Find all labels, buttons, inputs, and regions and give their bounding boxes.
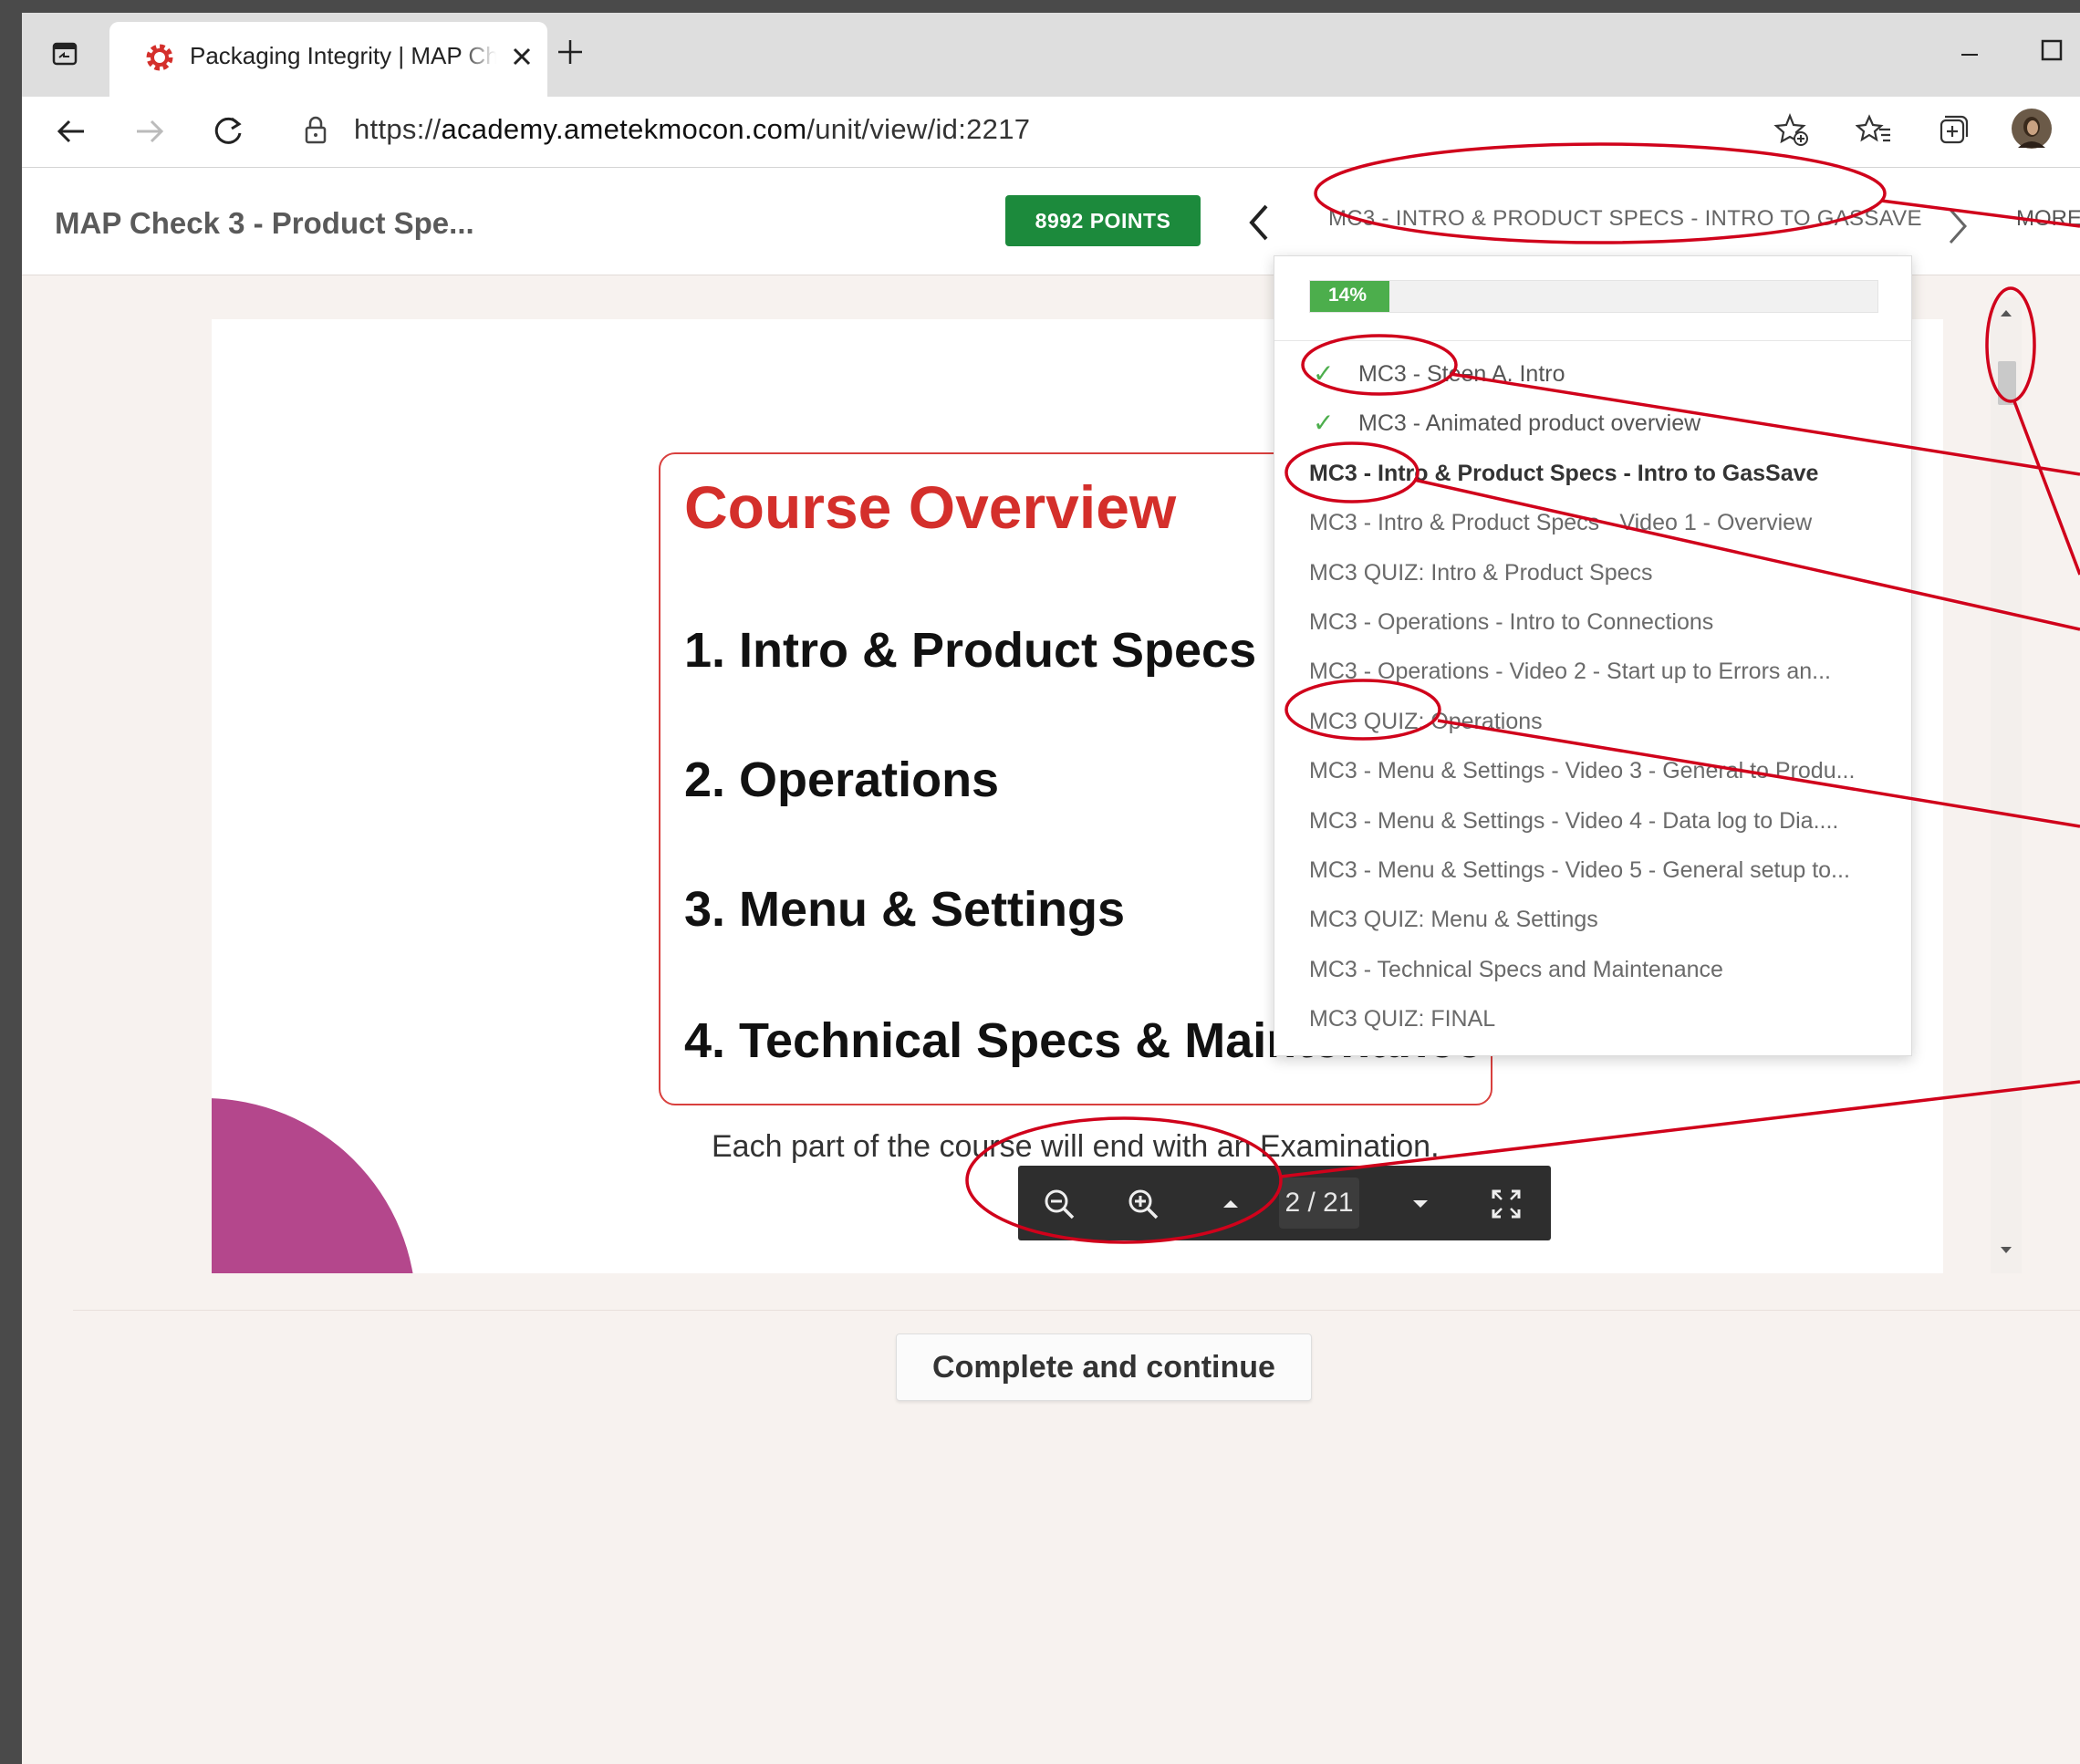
decorative-circle (212, 1098, 416, 1273)
tab-bar: Packaging Integrity | MAP Check 3 - Prod… (22, 13, 2080, 97)
unit-dropdown: 14% ✓ MC3 - Steen A. Intro ✓ MC3 - Animated… (1274, 255, 1913, 1056)
overview-item: 1. Intro & Product Specs (684, 623, 1257, 678)
viewer-scrollbar[interactable] (1991, 297, 2022, 1273)
prev-page-icon[interactable] (1199, 1166, 1263, 1240)
more-link[interactable]: MORE (2016, 206, 2080, 232)
url-prefix: https:// (354, 113, 442, 145)
close-tab-icon[interactable] (509, 44, 535, 74)
url-path: /unit/view/id:2217 (806, 113, 1031, 145)
unit-list-item[interactable]: MC3 QUIZ: FINAL (1274, 994, 1913, 1043)
footer-divider (73, 1310, 2080, 1311)
unit-list-item-label: MC3 QUIZ: Intro & Product Specs (1309, 559, 1653, 586)
unit-list-item[interactable]: MC3 QUIZ: Intro & Product Specs (1274, 548, 1913, 597)
add-favorite-icon[interactable] (1773, 111, 1810, 152)
unit-list-item-label: MC3 - Operations - Video 2 - Start up to… (1309, 659, 1831, 685)
unit-list-item-label: MC3 - Technical Specs and Maintenance (1309, 956, 1723, 982)
back-icon[interactable] (53, 113, 89, 154)
profile-avatar[interactable] (2011, 108, 2053, 154)
tab-actions-icon[interactable] (51, 40, 78, 72)
scroll-down-icon[interactable] (1998, 1244, 2014, 1261)
favorites-icon[interactable] (1855, 111, 1892, 152)
checkmark-icon: ✓ (1313, 409, 1335, 438)
unit-list-item[interactable]: MC3 QUIZ: Menu & Settings (1274, 895, 1913, 944)
overview-item: 2. Operations (684, 752, 1000, 807)
zoom-in-icon[interactable] (1111, 1166, 1175, 1240)
prev-unit-icon[interactable] (1243, 201, 1275, 249)
collections-icon[interactable] (1934, 111, 1971, 152)
tab-title: Packaging Integrity | MAP Check 3 - Prod… (190, 42, 496, 70)
page-indicator[interactable]: 2 / 21 (1279, 1178, 1359, 1229)
next-page-icon[interactable] (1388, 1166, 1452, 1240)
unit-list-item-label: MC3 QUIZ: Menu & Settings (1309, 907, 1598, 933)
url-host: academy.ametekmocon.com (441, 113, 807, 145)
unit-list-item[interactable]: MC3 - Menu & Settings - Video 4 - Data l… (1274, 796, 1913, 846)
site-gear-icon (144, 42, 175, 78)
checkmark-icon: ✓ (1313, 359, 1335, 388)
unit-list-item[interactable]: MC3 - Menu & Settings - Video 5 - Genera… (1274, 846, 1913, 895)
slide-note: Each part of the course will end with an… (712, 1129, 1440, 1164)
points-badge: 8992 POINTS (1005, 195, 1201, 246)
new-tab-icon[interactable] (555, 36, 586, 72)
address-bar-row: https://academy.ametekmocon.com/unit/vie… (22, 97, 2080, 168)
scroll-up-icon[interactable] (1998, 306, 2014, 324)
scrollbar-thumb[interactable] (1998, 361, 2016, 405)
active-tab[interactable]: Packaging Integrity | MAP Check 3 - Prod… (109, 22, 547, 97)
unit-list-item[interactable]: MC3 QUIZ: Operations (1274, 697, 1913, 746)
pdf-toolbar: 2 / 21 (1018, 1166, 1551, 1240)
zoom-out-icon[interactable] (1027, 1166, 1091, 1240)
slide-title: Course Overview (684, 473, 1177, 541)
unit-list-item-label: MC3 - Menu & Settings - Video 3 - Genera… (1309, 758, 1856, 784)
unit-list-item-label: MC3 - Menu & Settings - Video 4 - Data l… (1309, 807, 1839, 834)
next-unit-icon[interactable] (1941, 204, 1974, 253)
unit-list-item[interactable]: ✓ MC3 - Animated product overview (1274, 399, 1913, 448)
unit-list: ✓ MC3 - Steen A. Intro ✓ MC3 - Animated pro… (1274, 349, 1913, 1043)
complete-and-continue-button[interactable]: Complete and continue (896, 1333, 1312, 1401)
unit-list-item[interactable]: MC3 - Operations - Intro to Connections (1274, 597, 1913, 647)
refresh-icon[interactable] (210, 113, 246, 154)
minimize-icon[interactable] (1956, 40, 1983, 72)
unit-list-item[interactable]: MC3 - Intro & Product Specs - Video 1 - … (1274, 498, 1913, 547)
unit-selector[interactable]: MC3 - INTRO & PRODUCT SPECS - INTRO TO G… (1328, 206, 1922, 232)
unit-list-item[interactable]: MC3 - Operations - Video 2 - Start up to… (1274, 647, 1913, 696)
lock-icon[interactable] (301, 115, 330, 150)
fullscreen-icon[interactable] (1474, 1166, 1538, 1240)
unit-list-item-label: MC3 QUIZ: FINAL (1309, 1006, 1496, 1032)
maximize-icon[interactable] (2038, 36, 2065, 68)
unit-list-item-label: MC3 - Intro & Product Specs - Intro to G… (1309, 460, 1819, 486)
dropdown-divider (1274, 340, 1913, 341)
unit-list-item[interactable]: MC3 - Intro & Product Specs - Intro to G… (1274, 449, 1913, 498)
unit-list-item-label: MC3 - Animated product overview (1358, 410, 1701, 437)
url-text[interactable]: https://academy.ametekmocon.com/unit/vie… (354, 113, 1030, 146)
unit-list-item[interactable]: ✓ MC3 - Steen A. Intro (1274, 349, 1913, 399)
progress-label: 14% (1328, 285, 1368, 306)
unit-list-item[interactable]: MC3 - Menu & Settings - Video 3 - Genera… (1274, 746, 1913, 795)
forward-icon (131, 113, 168, 154)
unit-list-item-label: MC3 - Operations - Intro to Connections (1309, 608, 1714, 635)
overview-item: 3. Menu & Settings (684, 882, 1126, 937)
unit-list-item[interactable]: MC3 - Technical Specs and Maintenance (1274, 945, 1913, 994)
course-progress-bar: 14% (1309, 280, 1878, 313)
browser-window: Packaging Integrity | MAP Check 3 - Prod… (22, 13, 2080, 1764)
unit-list-item-label: MC3 - Intro & Product Specs - Video 1 - … (1309, 510, 1813, 536)
unit-list-item-label: MC3 QUIZ: Operations (1309, 708, 1543, 734)
unit-list-item-label: MC3 - Menu & Settings - Video 5 - Genera… (1309, 856, 1850, 883)
course-title[interactable]: MAP Check 3 - Product Spe... (55, 206, 474, 241)
unit-list-item-label: MC3 - Steen A. Intro (1358, 361, 1565, 387)
